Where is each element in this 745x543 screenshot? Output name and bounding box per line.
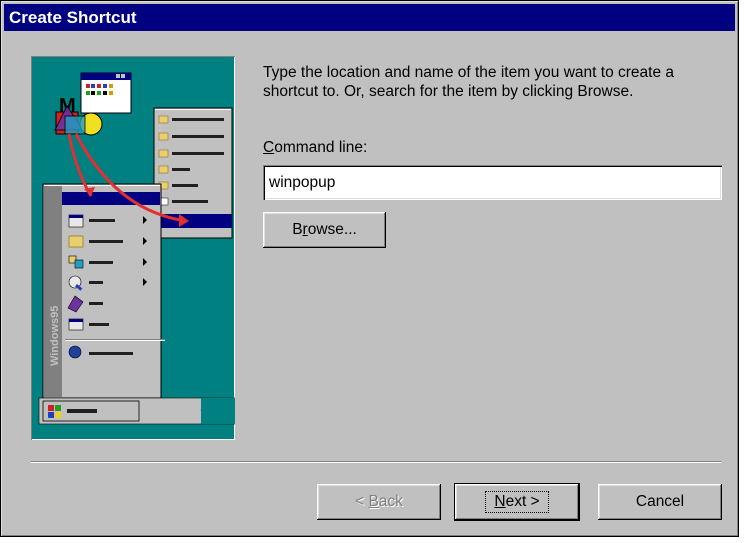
taskbar <box>38 397 235 425</box>
browse-label-a: B <box>292 221 303 238</box>
back-label-a: < <box>355 493 369 510</box>
shortcut-window-icon <box>80 72 132 114</box>
start-menu-illustration: M <box>38 72 235 425</box>
windows95-brand: Windows95 <box>49 306 61 366</box>
command-line-label-rest: ommand line: <box>274 139 368 156</box>
command-line-input[interactable] <box>263 165 722 200</box>
command-line-label-mnemonic: C <box>263 139 275 156</box>
instructions-text: Type the location and name of the item y… <box>263 64 674 100</box>
start-menu: Windows95 <box>42 183 165 399</box>
wizard-illustration: M <box>31 56 235 440</box>
back-label-b: ack <box>378 493 403 510</box>
browse-label-b: owse... <box>307 221 357 238</box>
next-focus-rect: Next > <box>485 491 549 513</box>
window-title: Create Shortcut <box>9 8 137 27</box>
start-menu-highlight <box>62 192 160 205</box>
back-button[interactable]: < Back <box>317 484 441 520</box>
title-bar[interactable]: Create Shortcut <box>4 4 735 31</box>
separator <box>31 461 721 463</box>
browse-button[interactable]: Browse... <box>263 212 386 248</box>
next-label-mnemonic: N <box>494 493 506 510</box>
programs-submenu <box>153 107 233 239</box>
next-button[interactable]: Next > <box>455 484 579 520</box>
create-shortcut-dialog: Create Shortcut M <box>0 0 739 537</box>
back-label-mnemonic: B <box>368 493 379 510</box>
cancel-button[interactable]: Cancel <box>598 484 722 520</box>
next-label-rest: ext > <box>505 493 540 510</box>
command-line-label: Command line: <box>263 139 367 157</box>
